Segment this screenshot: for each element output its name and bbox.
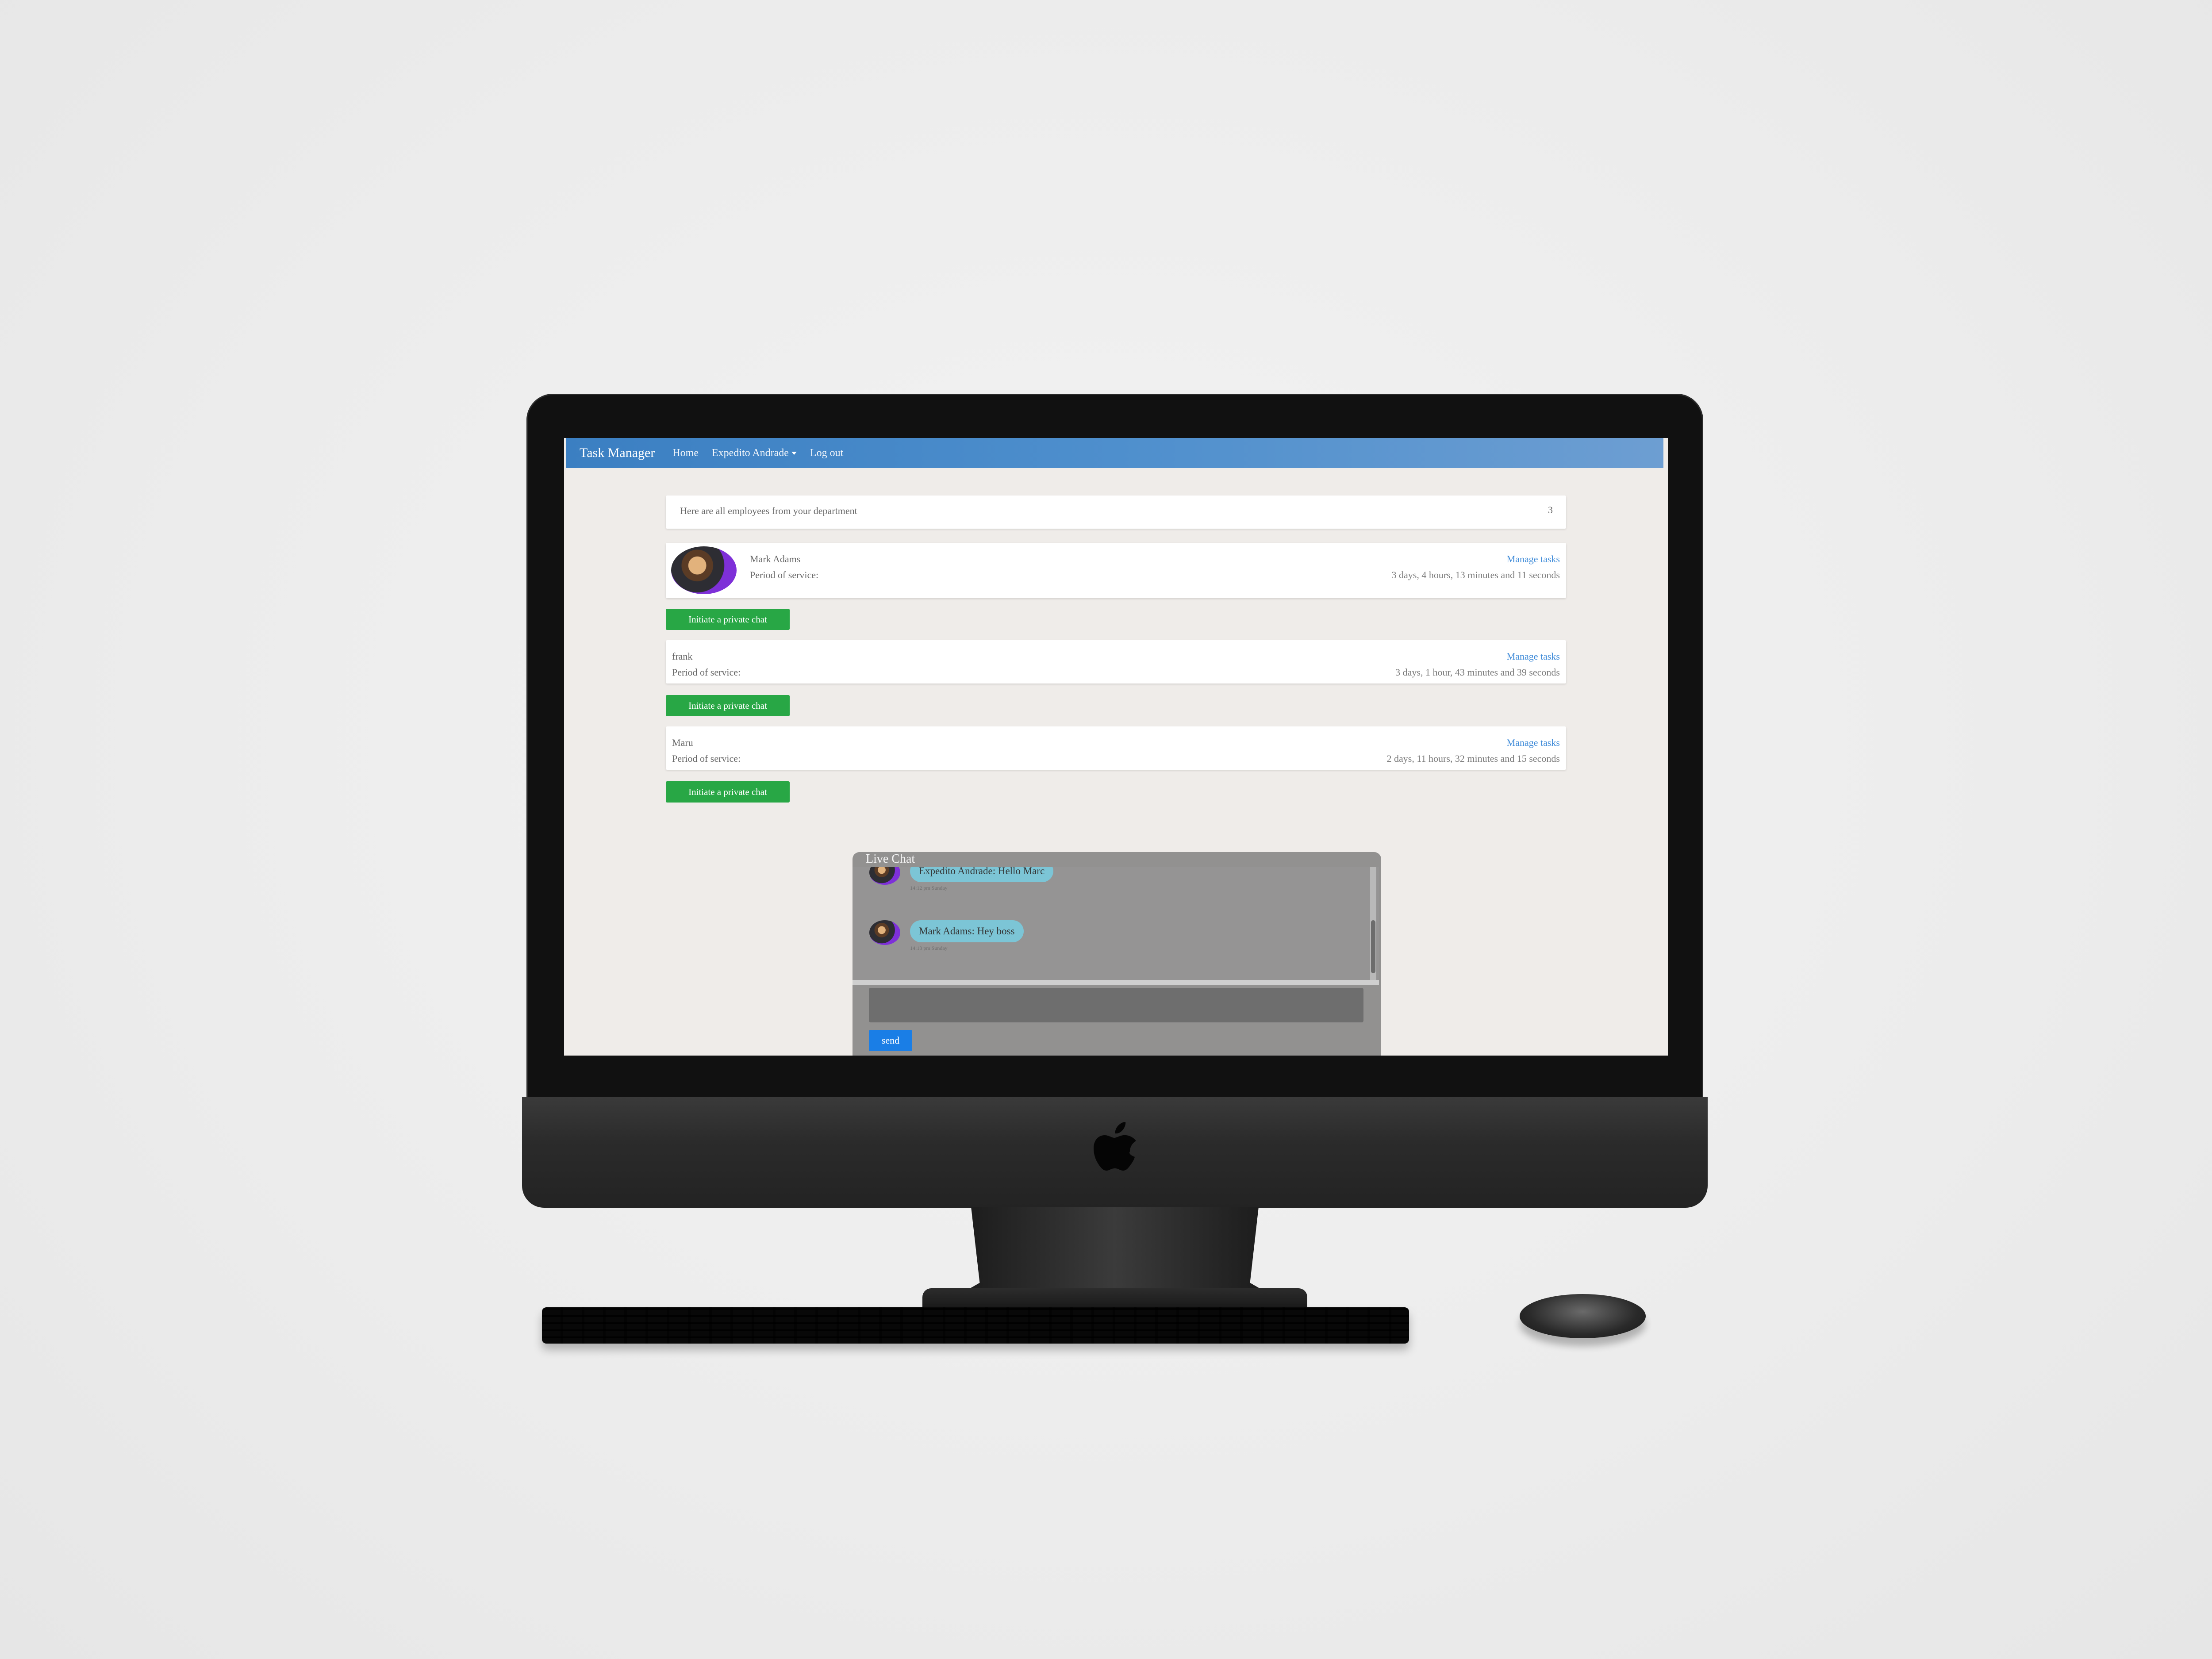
department-header: Here are all employees from your departm… bbox=[666, 495, 1566, 529]
period-of-service: 2 days, 11 hours, 32 minutes and 15 seco… bbox=[1386, 753, 1560, 764]
department-heading: Here are all employees from your departm… bbox=[680, 505, 857, 516]
send-button[interactable]: send bbox=[869, 1030, 912, 1051]
employee-card: Mark Adams Period of service: Manage tas… bbox=[666, 543, 1566, 598]
initiate-private-chat-button[interactable]: Initiate a private chat bbox=[666, 781, 790, 803]
manage-tasks-link[interactable]: Manage tasks bbox=[1507, 553, 1560, 565]
message-bubble: Mark Adams: Hey boss bbox=[910, 920, 1024, 942]
period-of-service: 3 days, 1 hour, 43 minutes and 39 second… bbox=[1395, 667, 1560, 678]
message-bubble: Expedito Andrade: Hello Marc bbox=[910, 867, 1054, 882]
period-label: Period of service: bbox=[750, 569, 819, 580]
navbar: Task Manager Home Expedito Andrade Log o… bbox=[566, 438, 1663, 468]
manage-tasks-link[interactable]: Manage tasks bbox=[1507, 651, 1560, 662]
keyboard bbox=[542, 1307, 1409, 1344]
nav-user-dropdown[interactable]: Expedito Andrade bbox=[712, 447, 797, 459]
employee-name: Maru bbox=[672, 737, 693, 748]
period-of-service: 3 days, 4 hours, 13 minutes and 11 secon… bbox=[1391, 569, 1560, 580]
chat-scrollbar-thumb[interactable] bbox=[1371, 920, 1375, 973]
nav-home-link[interactable]: Home bbox=[672, 447, 699, 459]
screen: Task Manager Home Expedito Andrade Log o… bbox=[564, 438, 1668, 1056]
employee-name: Mark Adams bbox=[750, 553, 801, 565]
avatar bbox=[671, 546, 737, 594]
navbar-brand[interactable]: Task Manager bbox=[580, 445, 655, 461]
initiate-private-chat-button[interactable]: Initiate a private chat bbox=[666, 609, 790, 630]
period-label: Period of service: bbox=[672, 753, 741, 764]
employee-card: Maru Period of service: Manage tasks 2 d… bbox=[666, 726, 1566, 770]
manage-tasks-link[interactable]: Manage tasks bbox=[1507, 737, 1560, 749]
chat-messages: Expedito Andrade: Hello Marc 14:12 pm Su… bbox=[853, 867, 1379, 985]
mouse bbox=[1520, 1294, 1646, 1338]
initiate-private-chat-button[interactable]: Initiate a private chat bbox=[666, 695, 790, 716]
avatar bbox=[869, 920, 900, 945]
period-label: Period of service: bbox=[672, 667, 741, 678]
avatar bbox=[869, 867, 900, 885]
employee-card: frank Period of service: Manage tasks 3 … bbox=[666, 640, 1566, 684]
apple-logo-icon bbox=[1094, 1122, 1136, 1171]
caret-down-icon bbox=[791, 452, 797, 455]
employee-name: frank bbox=[672, 651, 693, 662]
nav-logout-link[interactable]: Log out bbox=[810, 447, 843, 459]
live-chat-panel: Live Chat Expedito Andrade: Hello Marc 1… bbox=[853, 852, 1381, 1056]
nav-user-label: Expedito Andrade bbox=[712, 447, 789, 459]
message-time: 14:12 pm Sunday bbox=[910, 885, 948, 891]
chat-message-input[interactable] bbox=[869, 988, 1363, 1022]
message-time: 14:13 pm Sunday bbox=[910, 945, 948, 951]
live-chat-title: Live Chat bbox=[866, 852, 915, 866]
employee-count-badge: 3 bbox=[1548, 504, 1553, 515]
